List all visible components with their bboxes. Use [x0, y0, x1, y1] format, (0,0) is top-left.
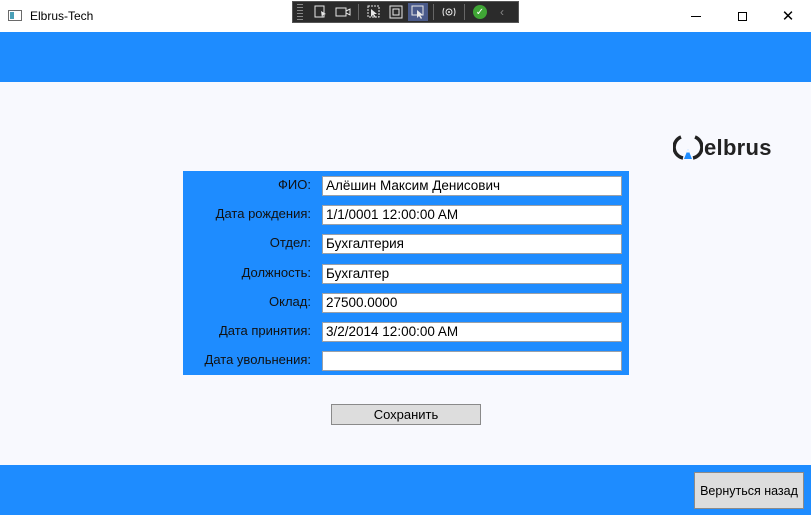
mountain-logo-icon — [673, 135, 703, 160]
toolbar-separator — [358, 4, 359, 20]
department-field[interactable]: Бухгалтерия — [322, 234, 622, 254]
salary-field[interactable]: 27500.0000 — [322, 293, 622, 313]
form-row-salary: Оклад: 27500.0000 — [183, 293, 629, 313]
form-row-birthdate: Дата рождения: 1/1/0001 12:00:00 AM — [183, 205, 629, 225]
debug-toolbar: ✓ ‹ — [292, 1, 519, 23]
close-button[interactable]: ✕ — [765, 0, 811, 32]
chevron-left-icon[interactable]: ‹ — [492, 3, 512, 21]
app-icon — [8, 10, 22, 21]
toolbar-grip[interactable] — [297, 4, 303, 20]
birthdate-label: Дата рождения: — [215, 206, 311, 221]
save-button[interactable]: Сохранить — [331, 404, 481, 425]
dismissal-date-field[interactable] — [322, 351, 622, 371]
birthdate-field[interactable]: 1/1/0001 12:00:00 AM — [322, 205, 622, 225]
frame-icon[interactable] — [386, 3, 406, 21]
toolbar-separator — [433, 4, 434, 20]
form-row-fio: ФИО: Алёшин Максим Денисович — [183, 176, 629, 196]
logo-text: elbrus — [704, 135, 772, 160]
pointer-icon[interactable] — [364, 3, 384, 21]
minimize-button[interactable] — [673, 0, 719, 32]
hire-date-field[interactable]: 3/2/2014 12:00:00 AM — [322, 322, 622, 342]
elbrus-logo: elbrus — [673, 133, 772, 163]
employee-form: ФИО: Алёшин Максим Денисович Дата рожден… — [183, 171, 629, 375]
footer-band — [0, 465, 811, 515]
track-focus-icon[interactable] — [408, 3, 428, 21]
form-row-position: Должность: Бухгалтер — [183, 264, 629, 284]
hire-date-label: Дата принятия: — [218, 323, 311, 338]
video-icon[interactable] — [333, 3, 353, 21]
fio-field[interactable]: Алёшин Максим Денисович — [322, 176, 622, 196]
maximize-button[interactable] — [719, 0, 765, 32]
dismissal-date-label: Дата увольнения: — [204, 352, 311, 367]
back-button[interactable]: Вернуться назад — [694, 472, 804, 509]
form-row-hire-date: Дата принятия: 3/2/2014 12:00:00 AM — [183, 322, 629, 342]
department-label: Отдел: — [269, 235, 311, 250]
minimize-icon — [691, 15, 701, 17]
window-title: Elbrus-Tech — [30, 9, 94, 23]
form-row-dismissal-date: Дата увольнения: — [183, 351, 629, 371]
fio-label: ФИО: — [278, 177, 311, 192]
check-icon: ✓ — [473, 5, 487, 19]
close-icon: ✕ — [781, 7, 795, 25]
maximize-icon — [737, 11, 747, 21]
select-element-icon[interactable] — [311, 3, 331, 21]
position-label: Должность: — [241, 265, 311, 280]
hot-reload-icon[interactable] — [439, 3, 459, 21]
check-icon-button[interactable]: ✓ — [470, 3, 490, 21]
salary-label: Оклад: — [269, 294, 311, 309]
toolbar-separator — [464, 4, 465, 20]
form-row-department: Отдел: Бухгалтерия — [183, 234, 629, 254]
position-field[interactable]: Бухгалтер — [322, 264, 622, 284]
header-band — [0, 32, 811, 82]
